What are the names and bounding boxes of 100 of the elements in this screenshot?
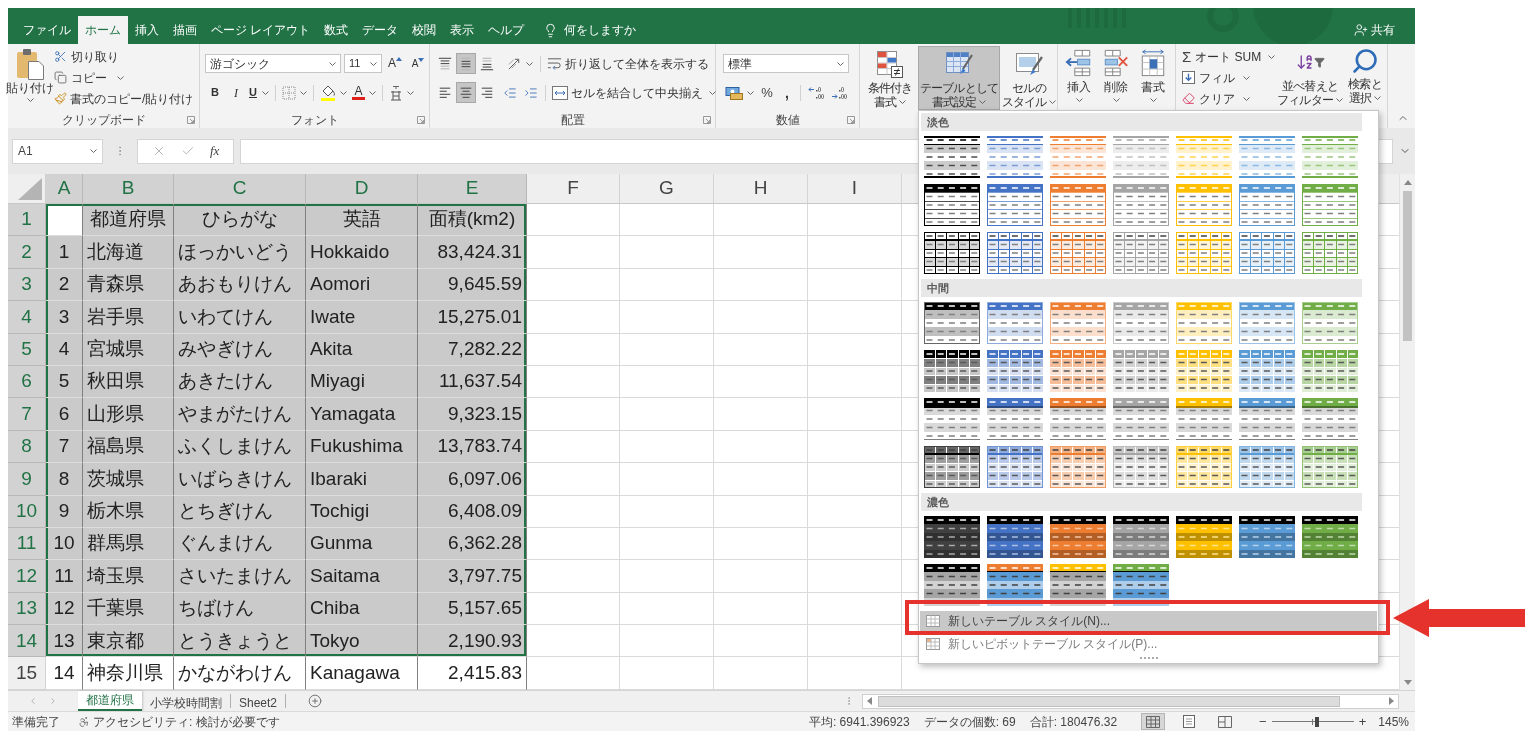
merge-center-button[interactable]: セルを結合して中央揃え bbox=[550, 82, 718, 103]
enter-icon[interactable] bbox=[180, 144, 195, 158]
number-format-dropdown[interactable]: 標準 bbox=[723, 54, 849, 73]
table-style-icon[interactable] bbox=[1239, 350, 1295, 392]
dialog-launcher-icon[interactable] bbox=[187, 116, 195, 124]
paste-button[interactable]: 貼り付け bbox=[8, 44, 52, 112]
table-style-icon[interactable] bbox=[987, 446, 1043, 488]
table-style-icon[interactable] bbox=[1050, 350, 1106, 392]
scrollbar-thumb[interactable] bbox=[1403, 191, 1412, 341]
table-style-icon[interactable] bbox=[924, 302, 980, 344]
accessibility-status[interactable]: アクセシビリティ: 検討が必要です bbox=[93, 712, 280, 731]
column-header[interactable]: B bbox=[83, 174, 174, 203]
dialog-launcher-icon[interactable] bbox=[417, 116, 425, 124]
row-header[interactable]: 6 bbox=[8, 365, 46, 399]
column-header[interactable]: A bbox=[46, 174, 83, 203]
format-cells-button[interactable]: 書式 bbox=[1135, 47, 1171, 109]
fill-button[interactable]: フィル bbox=[1182, 68, 1276, 87]
shrink-font-button[interactable]: A bbox=[408, 54, 428, 73]
copy-button[interactable]: コピー bbox=[54, 68, 194, 87]
row-header[interactable]: 9 bbox=[8, 463, 46, 496]
gallery-menu-item[interactable]: 新しいピボットテーブル スタイル(P)... bbox=[920, 634, 1377, 654]
delete-cells-button[interactable]: 削除 bbox=[1098, 47, 1134, 109]
zoom-slider-thumb[interactable] bbox=[1314, 716, 1319, 727]
scroll-up-icon[interactable] bbox=[1403, 180, 1412, 185]
column-header[interactable]: E bbox=[418, 174, 527, 203]
table-style-icon[interactable] bbox=[1050, 446, 1106, 488]
ribbon-tab[interactable]: 表示 bbox=[443, 16, 482, 44]
gallery-menu-item[interactable]: 新しいテーブル スタイル(N)... bbox=[920, 611, 1377, 631]
column-header[interactable]: H bbox=[714, 174, 808, 203]
ribbon-tab[interactable]: 校閲 bbox=[405, 16, 444, 44]
comma-button[interactable]: , bbox=[778, 83, 796, 102]
row-header[interactable]: 4 bbox=[8, 301, 46, 334]
dialog-launcher-icon[interactable] bbox=[703, 116, 711, 124]
zoom-slider[interactable] bbox=[1271, 716, 1354, 727]
table-style-icon[interactable] bbox=[1050, 516, 1106, 558]
table-style-icon[interactable] bbox=[1176, 516, 1232, 558]
tell-me-field[interactable]: 何をしますか bbox=[564, 21, 661, 39]
row-header[interactable]: 12 bbox=[8, 560, 46, 593]
table-style-icon[interactable] bbox=[1113, 516, 1169, 558]
ribbon-tab[interactable]: 描画 bbox=[166, 16, 204, 44]
cell-styles-button[interactable]: セルの スタイル bbox=[1000, 46, 1058, 110]
table-style-icon[interactable] bbox=[987, 516, 1043, 558]
row-header[interactable]: 8 bbox=[8, 430, 46, 464]
table-style-icon[interactable] bbox=[924, 350, 980, 392]
clear-button[interactable]: クリア bbox=[1182, 89, 1276, 108]
ribbon-tab[interactable]: 挿入 bbox=[128, 16, 166, 44]
active-cell[interactable] bbox=[46, 204, 83, 237]
scroll-left-icon[interactable] bbox=[867, 697, 872, 705]
table-style-icon[interactable] bbox=[1050, 564, 1106, 606]
table-style-icon[interactable] bbox=[1113, 446, 1169, 488]
row-header[interactable]: 11 bbox=[8, 527, 46, 561]
row-header[interactable]: 5 bbox=[8, 333, 46, 366]
cut-button[interactable]: 切り取り bbox=[54, 47, 194, 66]
autosum-button[interactable]: Σ オート SUM bbox=[1182, 47, 1276, 66]
ribbon-tab[interactable]: ファイル bbox=[16, 16, 78, 44]
table-style-icon[interactable] bbox=[1302, 350, 1358, 392]
share-button[interactable]: 共有 bbox=[1354, 16, 1395, 44]
row-header[interactable]: 3 bbox=[8, 268, 46, 302]
ribbon-tab[interactable]: データ bbox=[355, 16, 406, 44]
font-name-dropdown[interactable]: 游ゴシック bbox=[205, 54, 341, 73]
previous-sheet-icon[interactable] bbox=[28, 696, 38, 706]
name-box[interactable]: A1 bbox=[12, 138, 103, 164]
sheet-tab[interactable]: 都道府県 bbox=[78, 691, 142, 711]
ribbon-tab[interactable]: ヘルプ bbox=[481, 16, 532, 44]
column-header[interactable]: F bbox=[527, 174, 620, 203]
bold-button[interactable]: B bbox=[205, 83, 225, 102]
row-header[interactable]: 7 bbox=[8, 398, 46, 431]
table-style-icon[interactable] bbox=[924, 564, 980, 606]
row-header[interactable]: 15 bbox=[8, 657, 46, 690]
conditional-formatting-button[interactable]: 条件付き 書式 bbox=[862, 46, 918, 110]
borders-button[interactable] bbox=[279, 83, 309, 102]
row-header[interactable]: 2 bbox=[8, 236, 46, 269]
scroll-right-icon[interactable] bbox=[1389, 697, 1394, 705]
format-as-table-button[interactable]: テーブルとして 書式設定 bbox=[918, 46, 1000, 110]
vertical-scrollbar[interactable] bbox=[1399, 174, 1415, 690]
table-style-icon[interactable] bbox=[1239, 446, 1295, 488]
table-style-icon[interactable] bbox=[987, 398, 1043, 440]
ribbon-tab[interactable]: ページ レイアウト bbox=[204, 16, 318, 44]
next-sheet-icon[interactable] bbox=[48, 696, 58, 706]
add-sheet-icon[interactable] bbox=[308, 694, 323, 708]
table-style-icon[interactable] bbox=[924, 136, 980, 178]
zoom-in-button[interactable]: + bbox=[1358, 715, 1367, 728]
format-painter-button[interactable]: 書式のコピー/貼り付け bbox=[54, 89, 194, 108]
ribbon-tab[interactable]: 数式 bbox=[317, 16, 356, 44]
table-style-icon[interactable] bbox=[1113, 350, 1169, 392]
ribbon-tab[interactable]: ホーム bbox=[78, 16, 128, 44]
font-size-dropdown[interactable]: 11 bbox=[344, 54, 382, 73]
normal-view-button[interactable] bbox=[1141, 713, 1166, 730]
scroll-down-icon[interactable] bbox=[1403, 680, 1412, 685]
insert-cells-button[interactable]: 挿入 bbox=[1061, 47, 1097, 109]
table-style-icon[interactable] bbox=[1239, 398, 1295, 440]
table-style-icon[interactable] bbox=[1302, 446, 1358, 488]
table-style-icon[interactable] bbox=[1302, 516, 1358, 558]
table-style-icon[interactable] bbox=[924, 516, 980, 558]
table-style-icon[interactable] bbox=[924, 398, 980, 440]
percent-button[interactable]: % bbox=[757, 83, 777, 102]
column-header[interactable]: C bbox=[174, 174, 306, 203]
row-header[interactable]: 10 bbox=[8, 495, 46, 528]
zoom-out-button[interactable]: − bbox=[1259, 715, 1267, 728]
table-style-icon[interactable] bbox=[1176, 350, 1232, 392]
